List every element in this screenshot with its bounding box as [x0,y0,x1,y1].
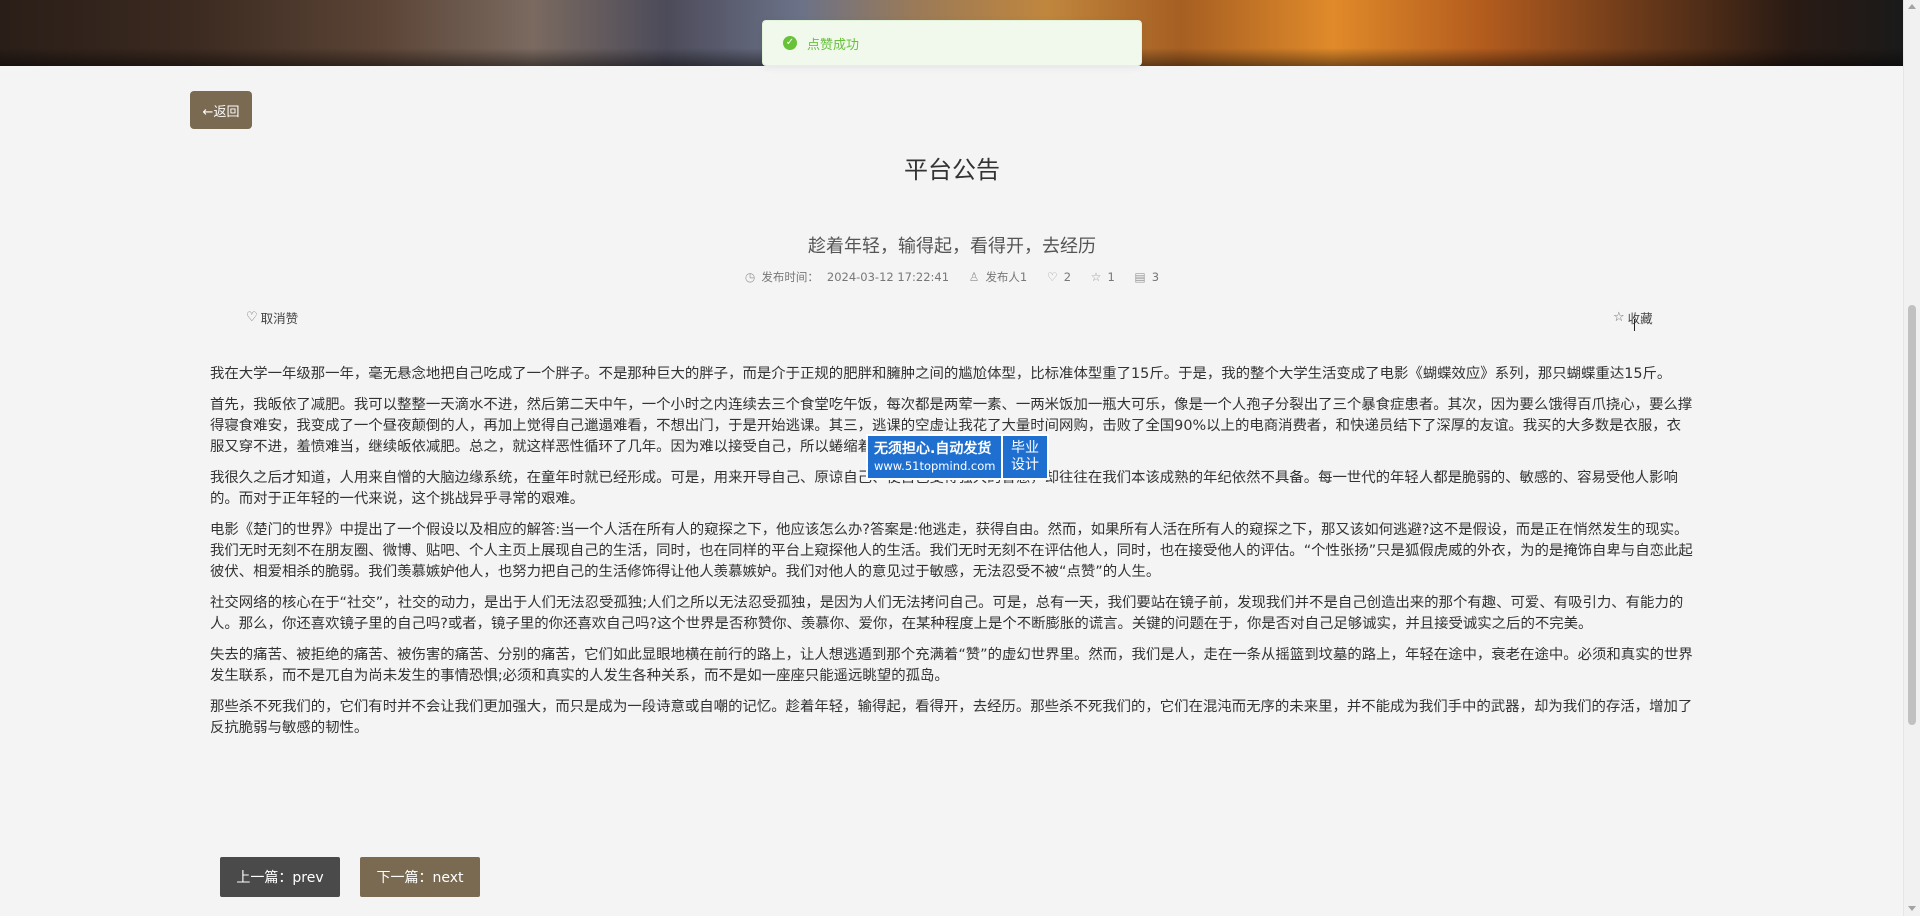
page-scrollbar[interactable] [1903,0,1920,916]
scroll-up-arrow-icon[interactable] [1908,4,1916,9]
favorite-button[interactable]: ☆ 收藏 [1613,308,1653,327]
article-paragraph: 我在大学一年级那一年，毫无悬念地把自己吃成了一个胖子。不是那种巨大的胖子，而是介… [210,366,1672,382]
favorite-count: ☆ 1 [1087,270,1119,284]
publish-time-value: 2024-03-12 17:22:41 [826,270,950,284]
watermark-right: 毕业 设计 [1001,436,1047,478]
back-button[interactable]: ←返回 [190,91,252,129]
watermark-right-bottom: 设计 [1011,457,1039,473]
watermark-slogan: 无须担心.自动发货 [874,441,992,457]
heart-icon: ♡ [246,310,258,325]
mouse-cursor [1634,319,1637,331]
watermark-url: www.51topmind.com [874,459,996,473]
favorite-count-value: 1 [1107,270,1115,284]
article-title: 趁着年轻，输得起，看得开，去经历 [808,236,1096,257]
like-count-value: 2 [1063,270,1072,284]
watermark-badge: 无须担心.自动发货 www.51topmind.com 毕业 设计 [866,434,1049,480]
author: ♙ 发布人1 [965,269,1032,285]
next-article-button[interactable]: 下一篇：next [360,857,480,897]
unlike-button[interactable]: ♡ 取消赞 [246,308,298,327]
clock-icon: ◷ [744,270,756,284]
toast-message: 点赞成功 [807,37,860,53]
scrollbar-thumb[interactable] [1908,305,1916,725]
star-icon: ☆ [1090,270,1102,284]
prev-article-button[interactable]: 上一篇：prev [220,857,340,897]
article-paragraph: 那些杀不死我们的，它们有时并不会让我们更加强大，而只是成为一段诗意或自嘲的记忆。… [210,699,1693,736]
page-title: 平台公告 [904,156,1000,184]
publish-time: ◷ 发布时间： 2024-03-12 17:22:41 [741,269,953,285]
article-paragraph: 失去的痛苦、被拒绝的痛苦、被伤害的痛苦、分别的痛苦，它们如此显眼地横在前行的路上… [210,647,1693,684]
comment-count-value: 3 [1151,270,1160,284]
author-name: 发布人1 [985,270,1028,284]
user-icon: ♙ [968,270,980,284]
star-icon: ☆ [1613,310,1625,325]
comment-count: ▤ 3 [1130,270,1163,284]
watermark-left: 无须担心.自动发货 www.51topmind.com [868,436,1001,478]
watermark-right-top: 毕业 [1011,440,1039,456]
article-content: 我在大学一年级那一年，毫无悬念地把自己吃成了一个胖子。不是那种巨大的胖子，而是介… [210,364,1694,749]
scroll-down-arrow-icon[interactable] [1908,906,1916,911]
thumb-up-icon: ♡ [1046,270,1058,284]
unlike-label: 取消赞 [260,311,299,326]
comment-icon: ▤ [1134,270,1146,284]
article-paragraph: 社交网络的核心在于“社交”，社交的动力，是出于人们无法忍受孤独;人们之所以无法忍… [210,595,1684,632]
article-paragraph: 电影《楚门的世界》中提出了一个假设以及相应的解答:当一个人活在所有人的窥探之下，… [210,522,1693,580]
like-count: ♡ 2 [1043,270,1075,284]
success-toast: ✓ 点赞成功 [762,20,1142,66]
page: ✓ 点赞成功 ←返回 平台公告 趁着年轻，输得起，看得开，去经历 ◷ 发布时间：… [0,0,1920,916]
article-meta: ◷ 发布时间： 2024-03-12 17:22:41 ♙ 发布人1 ♡ 2 ☆… [0,269,1904,285]
check-circle-icon: ✓ [783,36,797,50]
favorite-label: 收藏 [1627,311,1653,326]
publish-time-label: 发布时间： [761,270,819,284]
